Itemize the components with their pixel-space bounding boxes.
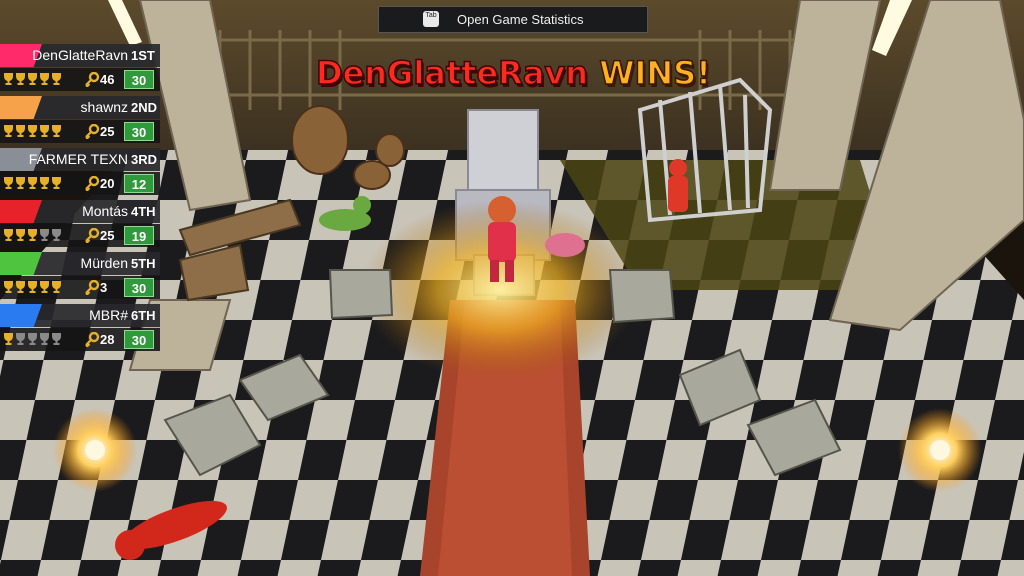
trophy-empty-icon bbox=[39, 332, 50, 347]
coin-count: 19 bbox=[124, 226, 154, 245]
trophy-won-icon bbox=[27, 124, 38, 139]
player-name: DenGlatteRavn bbox=[32, 47, 128, 63]
key-icon bbox=[84, 71, 100, 88]
player-stats: 25 19 bbox=[0, 224, 160, 247]
knocked-out-character-pink bbox=[545, 233, 585, 257]
winner-name: DenGlatteRavn bbox=[315, 53, 589, 93]
trophy-row bbox=[3, 72, 62, 87]
trophy-won-icon bbox=[51, 176, 62, 191]
player-stats: 46 30 bbox=[0, 68, 160, 91]
key-count: 20 bbox=[100, 176, 115, 191]
trophy-empty-icon bbox=[51, 332, 62, 347]
trophy-won-icon bbox=[51, 124, 62, 139]
trophy-won-icon bbox=[27, 228, 38, 243]
player-place: 4TH bbox=[131, 204, 156, 219]
scoreboard-row: Montás 4TH 25 19 bbox=[0, 200, 160, 252]
player-name: MBR# bbox=[89, 307, 128, 323]
scoreboard-row: shawnz 2ND 25 30 bbox=[0, 96, 160, 148]
player-place: 1ST bbox=[131, 48, 155, 63]
player-place: 3RD bbox=[131, 152, 158, 167]
coin-count: 30 bbox=[124, 122, 154, 141]
torch-right bbox=[898, 408, 982, 492]
trophy-won-icon bbox=[15, 228, 26, 243]
wins-text: WINS! bbox=[598, 53, 711, 93]
player-name: FARMER TEXN bbox=[28, 151, 128, 167]
trophy-row bbox=[3, 280, 62, 295]
player-name: shawnz bbox=[80, 99, 128, 115]
player-place: 5TH bbox=[131, 256, 156, 271]
trophy-won-icon bbox=[3, 280, 14, 295]
open-game-statistics-label: Open Game Statistics bbox=[457, 12, 584, 27]
player-name: Mürden bbox=[80, 255, 128, 271]
coin-count: 30 bbox=[124, 70, 154, 89]
coin-count: 30 bbox=[124, 330, 154, 349]
scoreboard-row: DenGlatteRavn 1ST 46 30 bbox=[0, 44, 160, 96]
key-icon bbox=[84, 279, 100, 296]
trophy-won-icon bbox=[15, 72, 26, 87]
trophy-row bbox=[3, 176, 62, 191]
trophy-won-icon bbox=[3, 228, 14, 243]
torch-left bbox=[53, 408, 137, 492]
key-count: 25 bbox=[100, 228, 115, 243]
winner-banner: DenGlatteRavn WINS! bbox=[315, 53, 712, 93]
trophy-row bbox=[3, 228, 62, 243]
scoreboard: DenGlatteRavn 1ST 46 30 shawnz 2ND 25 30 FARMER … bbox=[0, 44, 160, 356]
key-icon bbox=[84, 123, 100, 140]
player-name: Montás bbox=[82, 203, 128, 219]
trophy-won-icon bbox=[27, 176, 38, 191]
scoreboard-row: MBR# 6TH 28 30 bbox=[0, 304, 160, 356]
trophy-won-icon bbox=[15, 176, 26, 191]
trophy-won-icon bbox=[3, 176, 14, 191]
key-icon bbox=[84, 227, 100, 244]
coin-count: 12 bbox=[124, 174, 154, 193]
trophy-won-icon bbox=[27, 280, 38, 295]
key-count: 28 bbox=[100, 332, 115, 347]
player-stats: 3 30 bbox=[0, 276, 160, 299]
scoreboard-row: FARMER TEXN 3RD 20 12 bbox=[0, 148, 160, 200]
key-count: 46 bbox=[100, 72, 115, 87]
open-game-statistics-button[interactable]: Tab Open Game Statistics bbox=[378, 6, 648, 33]
trophy-won-icon bbox=[3, 332, 14, 347]
player-stats: 20 12 bbox=[0, 172, 160, 195]
key-count: 25 bbox=[100, 124, 115, 139]
player-stats: 25 30 bbox=[0, 120, 160, 143]
trophy-empty-icon bbox=[27, 332, 38, 347]
trophy-won-icon bbox=[27, 72, 38, 87]
trophy-won-icon bbox=[39, 280, 50, 295]
trophy-won-icon bbox=[15, 280, 26, 295]
tab-key-icon: Tab bbox=[423, 11, 439, 27]
trophy-row bbox=[3, 124, 62, 139]
trophy-won-icon bbox=[3, 124, 14, 139]
key-count: 3 bbox=[100, 280, 108, 295]
coin-count: 30 bbox=[124, 278, 154, 297]
trophy-won-icon bbox=[39, 124, 50, 139]
trophy-won-icon bbox=[39, 72, 50, 87]
trophy-won-icon bbox=[39, 176, 50, 191]
scoreboard-row: Mürden 5TH 3 30 bbox=[0, 252, 160, 304]
trophy-won-icon bbox=[51, 72, 62, 87]
trophy-empty-icon bbox=[39, 228, 50, 243]
key-icon bbox=[84, 331, 100, 348]
trophy-won-icon bbox=[15, 124, 26, 139]
player-place: 2ND bbox=[131, 100, 158, 115]
caged-character bbox=[668, 159, 688, 212]
player-place: 6TH bbox=[131, 308, 156, 323]
trophy-row bbox=[3, 332, 62, 347]
key-icon bbox=[84, 175, 100, 192]
trophy-won-icon bbox=[3, 72, 14, 87]
trophy-won-icon bbox=[51, 280, 62, 295]
trophy-empty-icon bbox=[15, 332, 26, 347]
trophy-empty-icon bbox=[51, 228, 62, 243]
player-stats: 28 30 bbox=[0, 328, 160, 351]
